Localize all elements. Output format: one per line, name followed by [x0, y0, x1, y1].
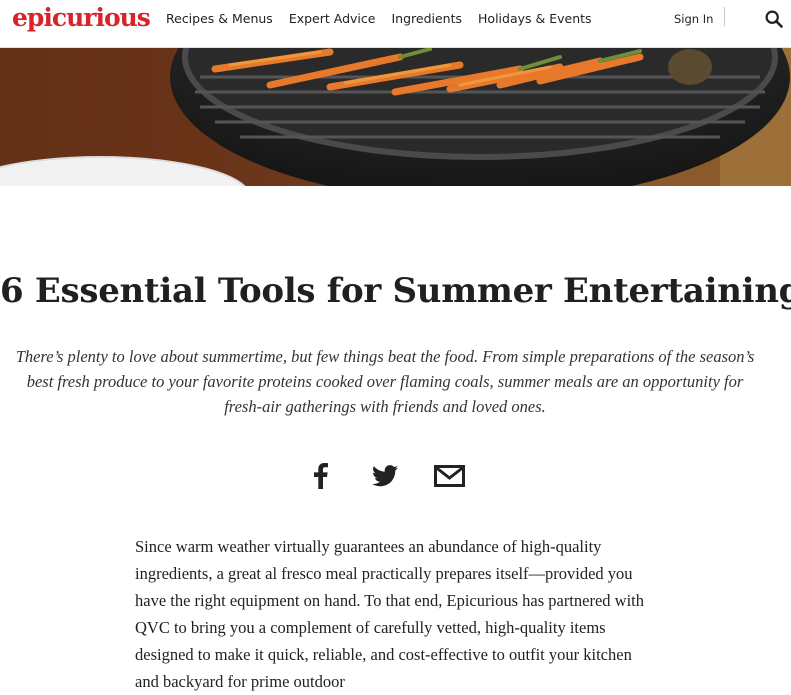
article-dek: There’s plenty to love about summertime,… — [15, 346, 755, 416]
nav-item-recipes-menus[interactable]: Recipes & Menus — [166, 11, 273, 26]
nav-item-holidays-events[interactable]: Holidays & Events — [478, 11, 592, 26]
twitter-icon[interactable] — [371, 460, 399, 492]
facebook-icon[interactable] — [311, 460, 331, 492]
nav-item-expert-advice[interactable]: Expert Advice — [289, 11, 376, 26]
article-body: Since warm weather virtually guarantees … — [135, 536, 644, 691]
header-divider — [724, 7, 725, 26]
sign-in-link[interactable]: Sign In — [674, 12, 713, 26]
epicurious-logo[interactable]: epicurious — [12, 3, 151, 32]
search-icon[interactable] — [765, 10, 783, 28]
site-header: epicurious Recipes & Menus Expert Advice… — [0, 0, 791, 48]
main-nav: Recipes & Menus Expert Advice Ingredient… — [166, 11, 608, 26]
hero-image — [0, 47, 791, 186]
share-bar — [0, 460, 791, 492]
nav-item-ingredients[interactable]: Ingredients — [391, 11, 462, 26]
email-icon[interactable] — [433, 460, 465, 492]
article-title: 6 Essential Tools for Summer Entertainin… — [0, 270, 791, 311]
